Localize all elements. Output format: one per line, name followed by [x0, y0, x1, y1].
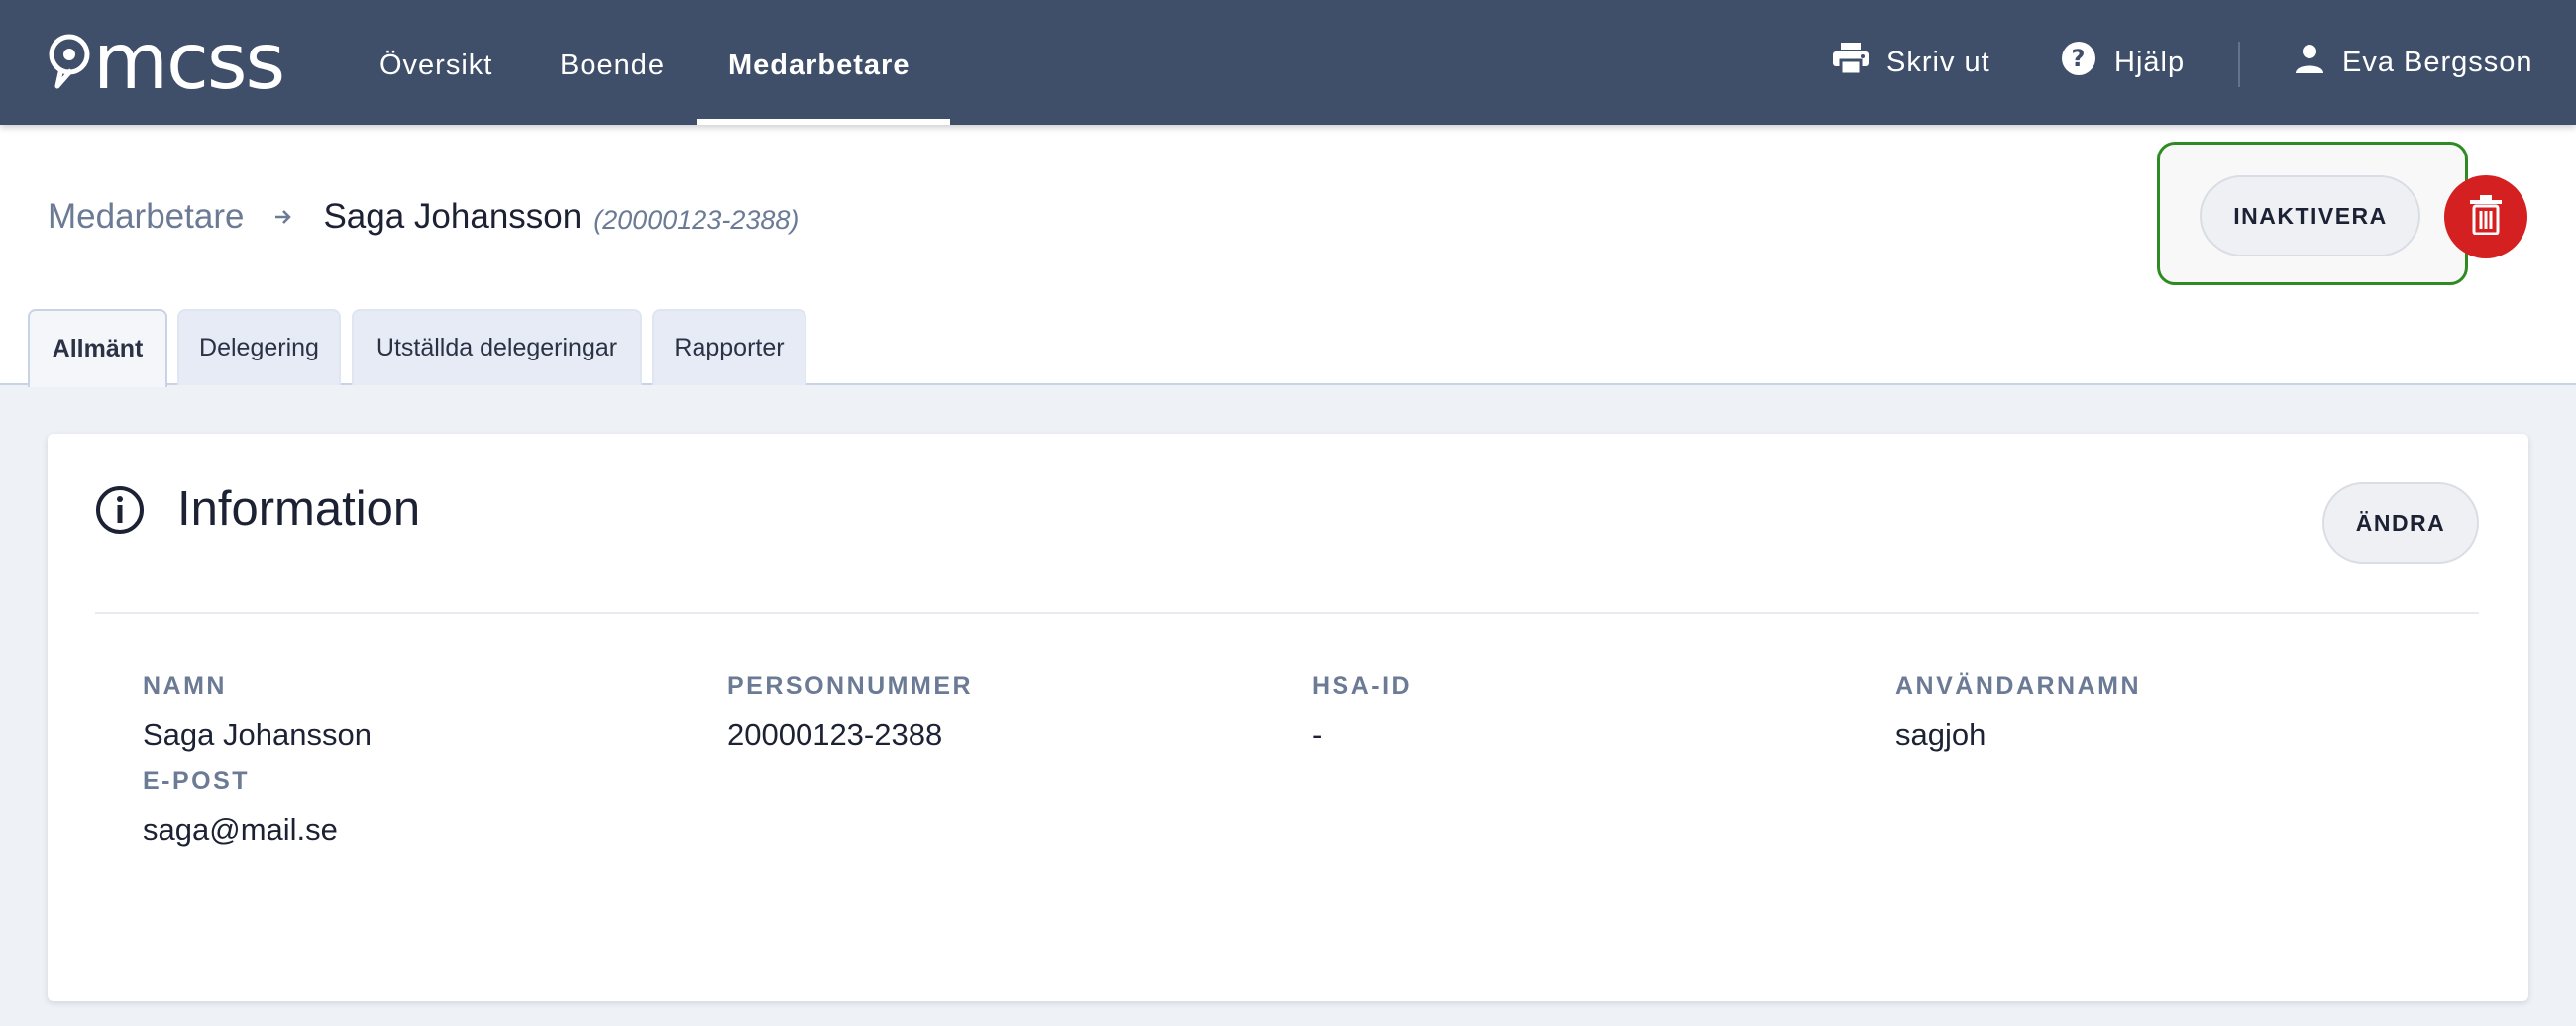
delete-button[interactable] [2444, 175, 2527, 258]
mcss-logo[interactable]: mcss [48, 18, 285, 107]
nav-item-oversikt[interactable]: Översikt [379, 0, 492, 125]
help-label: Hjälp [2114, 46, 2186, 78]
personnummer-value: 20000123-2388 [727, 717, 943, 752]
tab-rapporter[interactable]: Rapporter [652, 309, 806, 385]
card-title: Information [177, 482, 421, 536]
hsa-id-value: - [1312, 717, 1323, 752]
svg-text:?: ? [2072, 45, 2087, 72]
trash-icon [2469, 194, 2503, 240]
printer-icon [1833, 43, 1869, 82]
breadcrumb-parent-link[interactable]: Medarbetare [48, 197, 244, 237]
hsa-id-label: HSA-ID [1312, 672, 1413, 700]
user-menu[interactable]: Eva Bergsson [2295, 0, 2533, 125]
personnummer-label: PERSONNUMMER [727, 672, 974, 700]
nav-item-medarbetare[interactable]: Medarbetare [728, 0, 910, 125]
card-divider [95, 612, 2479, 614]
print-button[interactable]: Skriv ut [1833, 0, 1990, 125]
name-label: NAMN [143, 672, 227, 700]
help-icon: ? [2061, 41, 2096, 84]
user-icon [2295, 44, 2324, 81]
edit-button[interactable]: ÄNDRA [2322, 482, 2479, 564]
nav-item-boende[interactable]: Boende [560, 0, 665, 125]
username-label: ANVÄNDARNAMN [1895, 672, 2142, 700]
tab-utstallda-delegeringar[interactable]: Utställda delegeringar [352, 309, 642, 385]
logo-text: mcss [93, 18, 285, 107]
active-nav-indicator [697, 119, 950, 125]
email-value: saga@mail.se [143, 812, 338, 847]
top-bar-divider [2238, 42, 2240, 87]
print-label: Skriv ut [1886, 46, 1990, 78]
help-button[interactable]: ? Hjälp [2061, 0, 2185, 125]
top-navigation-bar: mcss Översikt Boende Medarbetare Skriv u… [0, 0, 2576, 125]
arrow-right-icon [273, 207, 293, 227]
deactivate-button[interactable]: INAKTIVERA [2200, 175, 2420, 256]
logo-speech-bubble-icon [49, 34, 90, 89]
breadcrumb: Medarbetare Saga Johansson (20000123-238… [48, 194, 799, 240]
breadcrumb-current: Saga Johansson [323, 197, 583, 236]
name-value: Saga Johansson [143, 717, 372, 752]
breadcrumb-personnummer: (20000123-2388) [593, 204, 800, 235]
tab-allmant[interactable]: Allmänt [28, 309, 167, 387]
tab-delegering[interactable]: Delegering [177, 309, 341, 385]
username-value: sagjoh [1895, 717, 1986, 752]
information-card: Information ÄNDRA NAMN Saga Johansson PE… [48, 434, 2528, 1001]
info-icon [95, 485, 145, 540]
user-name: Eva Bergsson [2342, 46, 2533, 78]
email-label: E-POST [143, 768, 251, 795]
